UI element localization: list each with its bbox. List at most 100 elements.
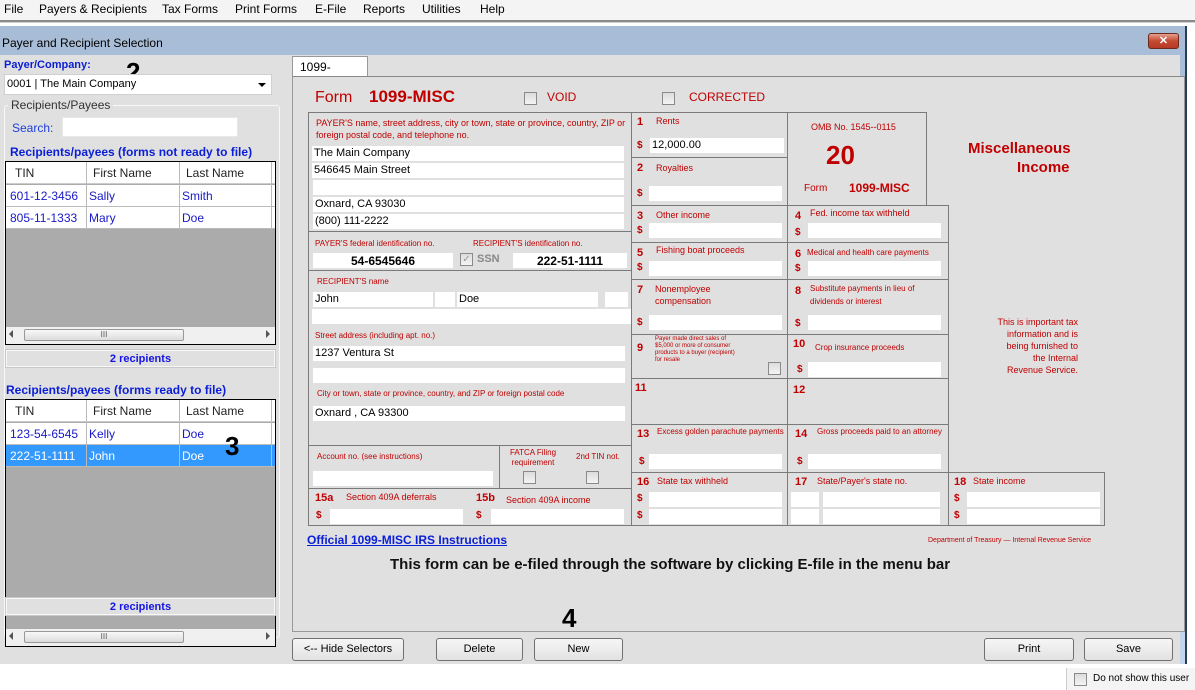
- box-17-state-no-1[interactable]: [823, 492, 940, 507]
- dollar-sign: $: [637, 493, 643, 504]
- scroll-thumb[interactable]: III: [24, 631, 184, 643]
- scroll-left-icon[interactable]: [9, 330, 13, 338]
- form-name-2: 1099-MISC: [849, 181, 910, 195]
- box-17-label: State/Payer's state no.: [817, 476, 908, 486]
- box-18-field-1[interactable]: [967, 492, 1100, 507]
- box-16-field-1[interactable]: [649, 492, 782, 507]
- box-6-field[interactable]: [808, 261, 941, 276]
- box-10-field[interactable]: [808, 362, 941, 377]
- payer-phone-field[interactable]: (800) 111-2222: [313, 214, 624, 229]
- menu-e-file[interactable]: E-File: [315, 2, 346, 16]
- box-1-rents-field[interactable]: 12,000.00: [650, 138, 784, 153]
- payer-city-field[interactable]: Oxnard, CA 93030: [313, 197, 624, 212]
- payer-address-field[interactable]: 546645 Main Street: [312, 163, 624, 178]
- box-17-state-2[interactable]: [791, 509, 819, 524]
- payer-company-label: Payer/Company:: [4, 59, 91, 71]
- street2-field[interactable]: [313, 368, 625, 383]
- box-14-field[interactable]: [808, 454, 941, 469]
- scroll-right-icon[interactable]: [266, 632, 270, 640]
- city-field[interactable]: Oxnard , CA 93300: [313, 406, 625, 421]
- box-7-nonemployee-comp-field[interactable]: [649, 315, 782, 330]
- column-header-last-name[interactable]: Last Name: [186, 166, 244, 180]
- menu-print-forms[interactable]: Print Forms: [235, 2, 297, 16]
- void-checkbox[interactable]: [524, 92, 537, 105]
- efile-note: This form can be e-filed through the sof…: [390, 556, 951, 573]
- scroll-thumb[interactable]: III: [24, 329, 184, 341]
- horizontal-scrollbar[interactable]: III: [6, 327, 275, 344]
- menu-reports[interactable]: Reports: [363, 2, 405, 16]
- table-row[interactable]: 805-11-1333 Mary Doe: [6, 207, 275, 229]
- fatca-checkbox[interactable]: [523, 471, 536, 484]
- cell-last-name: Doe: [182, 449, 205, 463]
- irs-instructions-link[interactable]: Official 1099-MISC IRS Instructions: [307, 533, 507, 547]
- box-18-field-2[interactable]: [967, 509, 1100, 524]
- dollar-sign: $: [637, 140, 643, 151]
- box-2-royalties-field[interactable]: [649, 186, 782, 201]
- horizontal-scrollbar[interactable]: III: [6, 629, 275, 646]
- search-input[interactable]: [62, 117, 238, 137]
- new-button[interactable]: New: [534, 638, 623, 661]
- tab-1099-misc[interactable]: 1099-MISC: [292, 56, 368, 88]
- save-button[interactable]: Save: [1084, 638, 1173, 661]
- cell-first-name: Mary: [89, 211, 116, 225]
- box-13-field[interactable]: [649, 454, 782, 469]
- recipient-tin-field[interactable]: 222-51-1111: [513, 253, 627, 268]
- column-header-first-name[interactable]: First Name: [93, 166, 152, 180]
- column-header-last-name[interactable]: Last Name: [186, 404, 244, 418]
- do-not-show-checkbox[interactable]: [1074, 673, 1087, 686]
- box-4-field[interactable]: [808, 223, 941, 238]
- box-5-number: 5: [637, 247, 644, 259]
- menu-tax-forms[interactable]: Tax Forms: [162, 2, 218, 16]
- box-8-field[interactable]: [808, 315, 941, 330]
- box-3-label: Other income: [656, 210, 711, 220]
- ssn-checkbox[interactable]: ✓: [460, 253, 473, 266]
- box-17-state-no-2[interactable]: [823, 509, 940, 524]
- close-button[interactable]: ✕: [1148, 33, 1179, 49]
- scroll-left-icon[interactable]: [9, 632, 13, 640]
- recipient-middle-field[interactable]: [435, 292, 455, 307]
- recipient-tin-label: RECIPIENT'S identification no.: [473, 239, 583, 248]
- hide-selectors-button[interactable]: <-- Hide Selectors: [292, 638, 404, 661]
- omb-number: OMB No. 1545--0115: [811, 122, 896, 132]
- recipient-suffix-field[interactable]: [605, 292, 628, 307]
- recipient-last-name-field[interactable]: Doe: [457, 292, 598, 307]
- column-header-first-name[interactable]: First Name: [93, 404, 152, 418]
- box-15a-field[interactable]: [330, 509, 463, 524]
- box-17-state-1[interactable]: [791, 492, 819, 507]
- column-divider: [271, 400, 272, 467]
- column-header-tin[interactable]: TIN: [15, 404, 34, 418]
- dollar-sign: $: [637, 225, 643, 236]
- box-16-field-2[interactable]: [649, 509, 782, 524]
- payer-tin-field[interactable]: 54-6545646: [313, 253, 453, 268]
- box-13-label: Excess golden parachute payments: [657, 427, 784, 436]
- payer-address2-field[interactable]: [313, 180, 624, 195]
- street-field[interactable]: 1237 Ventura St: [313, 346, 625, 361]
- recipient-name2-field[interactable]: [312, 309, 632, 324]
- delete-button[interactable]: Delete: [436, 638, 523, 661]
- payer-company-select[interactable]: 0001 | The Main Company: [4, 74, 272, 95]
- recipient-first-name-field[interactable]: John: [313, 292, 433, 307]
- table-row[interactable]: 601-12-3456 Sally Smith: [6, 185, 275, 207]
- box-15b-field[interactable]: [491, 509, 624, 524]
- corrected-checkbox[interactable]: [662, 92, 675, 105]
- ssn-label: SSN: [477, 253, 500, 265]
- menu-help[interactable]: Help: [480, 2, 505, 16]
- menu-utilities[interactable]: Utilities: [422, 2, 461, 16]
- column-header-tin[interactable]: TIN: [15, 166, 34, 180]
- account-field[interactable]: [313, 471, 493, 486]
- payer-name-field[interactable]: The Main Company: [312, 146, 624, 161]
- print-button[interactable]: Print: [984, 638, 1074, 661]
- box-3-field[interactable]: [649, 223, 782, 238]
- tax-year: 20: [826, 140, 855, 170]
- second-tin-checkbox[interactable]: [586, 471, 599, 484]
- box-11: [631, 378, 788, 425]
- menu-file[interactable]: File: [4, 2, 23, 16]
- chevron-down-icon[interactable]: [258, 83, 266, 87]
- cell-first-name: Sally: [89, 189, 116, 203]
- form-title-line1: Miscellaneous: [968, 140, 1071, 157]
- box-5-field[interactable]: [649, 261, 782, 276]
- menu-payers-recipients[interactable]: Payers & Recipients: [39, 2, 147, 16]
- box-9-checkbox[interactable]: [768, 362, 781, 375]
- scroll-right-icon[interactable]: [266, 330, 270, 338]
- box-4-number: 4: [795, 210, 802, 222]
